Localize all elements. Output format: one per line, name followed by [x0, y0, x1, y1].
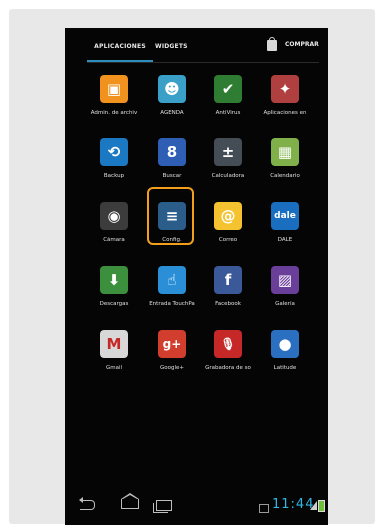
search-icon: 8	[158, 138, 186, 166]
back-icon[interactable]	[79, 497, 95, 510]
app-label: Grabadora de so	[205, 365, 251, 371]
tablet-screen: APLICACIONES WIDGETS COMPRAR ▣ Admin. de …	[65, 28, 328, 525]
app-label: Buscar	[162, 173, 182, 179]
tab-widgets[interactable]: WIDGETS	[155, 28, 188, 62]
app-label: Correo	[218, 237, 238, 243]
app-dale[interactable]: dale DALE	[257, 202, 313, 262]
app-drawer-header: APLICACIONES WIDGETS COMPRAR	[65, 28, 328, 64]
app-email[interactable]: @ Correo	[200, 202, 256, 262]
home-icon[interactable]	[121, 493, 139, 509]
camera-icon-glyph: ◉	[107, 207, 121, 225]
email-icon-glyph: @	[220, 207, 236, 225]
contacts-icon: ☻	[158, 75, 186, 103]
app-calendar[interactable]: ▦ Calendario	[257, 138, 313, 198]
app-antivirus[interactable]: ✔ AntiVirus	[200, 75, 256, 135]
gallery-icon: ▨	[271, 266, 299, 294]
app-label: Google+	[159, 365, 184, 371]
app-label: Latitude	[273, 365, 297, 371]
google-plus-icon-glyph: g+	[162, 337, 182, 351]
app-gallery[interactable]: ▨ Galería	[257, 266, 313, 326]
store-bag-icon	[267, 37, 277, 51]
latitude-icon: ●	[271, 330, 299, 358]
facebook-icon: f	[214, 266, 242, 294]
app-microphone[interactable]: 🎙 Grabadora de so	[200, 330, 256, 390]
system-navigation-bar: 11:44	[65, 492, 328, 525]
dale-icon-glyph: dale	[274, 211, 296, 221]
apps-manager-icon: ✦	[271, 75, 299, 103]
app-label: DALE	[277, 237, 293, 243]
app-label: Calculadora	[211, 173, 245, 179]
search-icon-glyph: 8	[166, 143, 178, 161]
screenshot-notification-icon	[259, 504, 269, 513]
app-label: Galería	[275, 301, 295, 307]
app-label: Gmail	[105, 365, 123, 371]
app-folder[interactable]: ▣ Admin. de archiv	[86, 75, 142, 135]
app-apps-manager[interactable]: ✦ Aplicaciones en	[257, 75, 313, 135]
app-touchpal[interactable]: ☝ Entrada TouchPa	[144, 266, 200, 326]
latitude-icon-glyph: ●	[278, 335, 292, 353]
contacts-icon-glyph: ☻	[164, 80, 180, 98]
tab-aplicaciones[interactable]: APLICACIONES	[87, 28, 153, 62]
google-plus-icon: g+	[158, 330, 186, 358]
app-label: Calendario	[270, 173, 300, 179]
download-icon: ⬇	[100, 266, 128, 294]
apps-manager-icon-glyph: ✦	[278, 80, 292, 98]
status-clock: 11:44	[272, 497, 315, 512]
app-contacts[interactable]: ☻ AGENDA	[144, 75, 200, 135]
app-google-plus[interactable]: g+ Google+	[144, 330, 200, 390]
app-label: Descargas	[99, 301, 129, 307]
app-label: Entrada TouchPa	[149, 301, 195, 307]
calculator-icon-glyph: ±	[221, 143, 235, 161]
battery-icon	[318, 500, 325, 512]
touchpal-icon-glyph: ☝	[167, 271, 177, 289]
camera-icon: ◉	[100, 202, 128, 230]
recent-apps-icon[interactable]	[153, 500, 172, 513]
app-camera[interactable]: ◉ Cámara	[86, 202, 142, 262]
app-label: AntiVirus	[215, 110, 241, 116]
microphone-icon-glyph: 🎙	[220, 337, 236, 351]
facebook-icon-glyph: f	[224, 271, 232, 289]
antivirus-icon-glyph: ✔	[221, 80, 235, 98]
calendar-icon-glyph: ▦	[277, 143, 293, 161]
microphone-icon: 🎙	[214, 330, 242, 358]
app-label: Admin. de archiv	[90, 110, 138, 116]
app-label: AGENDA	[160, 110, 184, 116]
app-label: Backup	[103, 173, 125, 179]
app-label: Aplicaciones en	[263, 110, 307, 116]
backup-icon: ⟲	[100, 138, 128, 166]
app-gmail[interactable]: M Gmail	[86, 330, 142, 390]
app-download[interactable]: ⬇ Descargas	[86, 266, 142, 326]
app-calculator[interactable]: ± Calculadora	[200, 138, 256, 198]
gmail-icon: M	[100, 330, 128, 358]
signal-icon	[310, 501, 317, 510]
app-label: Facebook	[215, 301, 241, 307]
backup-icon-glyph: ⟲	[107, 143, 121, 161]
email-icon: @	[214, 202, 242, 230]
app-backup[interactable]: ⟲ Backup	[86, 138, 142, 198]
gallery-icon-glyph: ▨	[277, 271, 293, 289]
app-latitude[interactable]: ● Latitude	[257, 330, 313, 390]
store-label: COMPRAR	[285, 41, 319, 48]
folder-icon-glyph: ▣	[106, 80, 122, 98]
antivirus-icon: ✔	[214, 75, 242, 103]
app-facebook[interactable]: f Facebook	[200, 266, 256, 326]
selection-highlight	[147, 187, 194, 245]
download-icon-glyph: ⬇	[107, 271, 121, 289]
gmail-icon-glyph: M	[106, 335, 122, 353]
folder-icon: ▣	[100, 75, 128, 103]
touchpal-icon: ☝	[158, 266, 186, 294]
dale-icon: dale	[271, 202, 299, 230]
calculator-icon: ±	[214, 138, 242, 166]
header-divider	[87, 62, 319, 63]
app-label: Cámara	[103, 237, 125, 243]
calendar-icon: ▦	[271, 138, 299, 166]
